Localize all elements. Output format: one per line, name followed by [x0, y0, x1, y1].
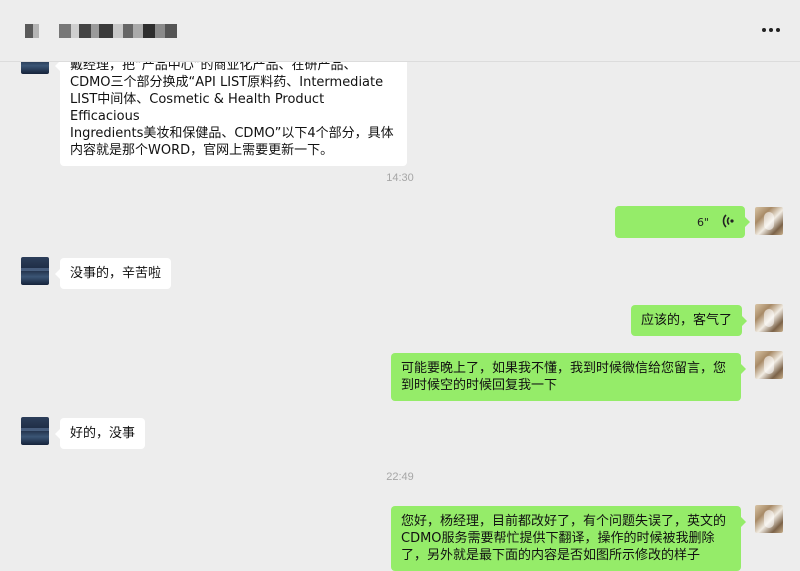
message-text: 好的，没事: [70, 426, 136, 441]
message-bubble-outgoing[interactable]: 您好，杨经理，目前都改好了，有个问题失误了，英文的 CDMO服务需要帮忙提供下翻…: [391, 506, 746, 571]
voice-message-bubble[interactable]: 6": [615, 206, 750, 238]
message-bubble-incoming[interactable]: 没事的，辛苦啦: [54, 258, 172, 289]
more-horizontal-icon[interactable]: [762, 22, 784, 38]
message-bubble-outgoing[interactable]: 应该的，客气了: [630, 305, 748, 336]
contact-avatar[interactable]: [21, 62, 49, 74]
message-line: 可能要晚上了，如果我不懂，我到时候微信给您留言，您: [401, 361, 727, 376]
self-avatar[interactable]: [755, 351, 783, 379]
message-bubble-incoming[interactable]: 戴经理，把“产品中心”的商业化产品、在研产品、 CDMO三个部分换成“API L…: [55, 62, 407, 166]
contact-avatar[interactable]: [21, 417, 49, 445]
message-bubble-outgoing[interactable]: 可能要晚上了，如果我不懂，我到时候微信给您留言，您 到时候空的时候回复我一下: [391, 353, 746, 401]
contact-avatar[interactable]: [21, 257, 49, 285]
self-avatar[interactable]: [755, 505, 783, 533]
message-line: 内容就是那个WORD，官网上需要更新一下。: [70, 143, 334, 158]
message-line: CDMO三个部分换成“API LIST原料药、Intermediate: [70, 75, 384, 90]
voice-wave-icon: [722, 214, 734, 228]
voice-duration: 6": [696, 216, 709, 229]
timestamp: 22:49: [386, 471, 414, 483]
message-line: CDMO服务需要帮忙提供下翻译，操作的时候被我删除: [401, 531, 715, 546]
message-text: 应该的，客气了: [640, 313, 732, 328]
self-avatar[interactable]: [755, 304, 783, 332]
timestamp: 14:30: [386, 172, 414, 184]
message-line: 您好，杨经理，目前都改好了，有个问题失误了，英文的: [401, 514, 727, 529]
message-list[interactable]: 戴经理，把“产品中心”的商业化产品、在研产品、 CDMO三个部分换成“API L…: [0, 62, 800, 571]
message-text: 没事的，辛苦啦: [70, 266, 162, 281]
message-line: Ingredients美妆和保健品、CDMO”以下4个部分，具体: [70, 126, 394, 141]
chat-title-blurred: [25, 24, 177, 38]
message-line: 到时候空的时候回复我一下: [401, 378, 558, 393]
self-avatar[interactable]: [755, 207, 783, 235]
message-line: 了，另外就是最下面的内容是否如图所示修改的样子: [401, 548, 701, 563]
message-bubble-incoming[interactable]: 好的，没事: [54, 418, 146, 449]
message-line: LIST中间体、Cosmetic & Health Product Effica…: [70, 92, 325, 124]
message-line: 戴经理，把“产品中心”的商业化产品、在研产品、: [70, 62, 357, 73]
chat-header: [0, 0, 800, 62]
